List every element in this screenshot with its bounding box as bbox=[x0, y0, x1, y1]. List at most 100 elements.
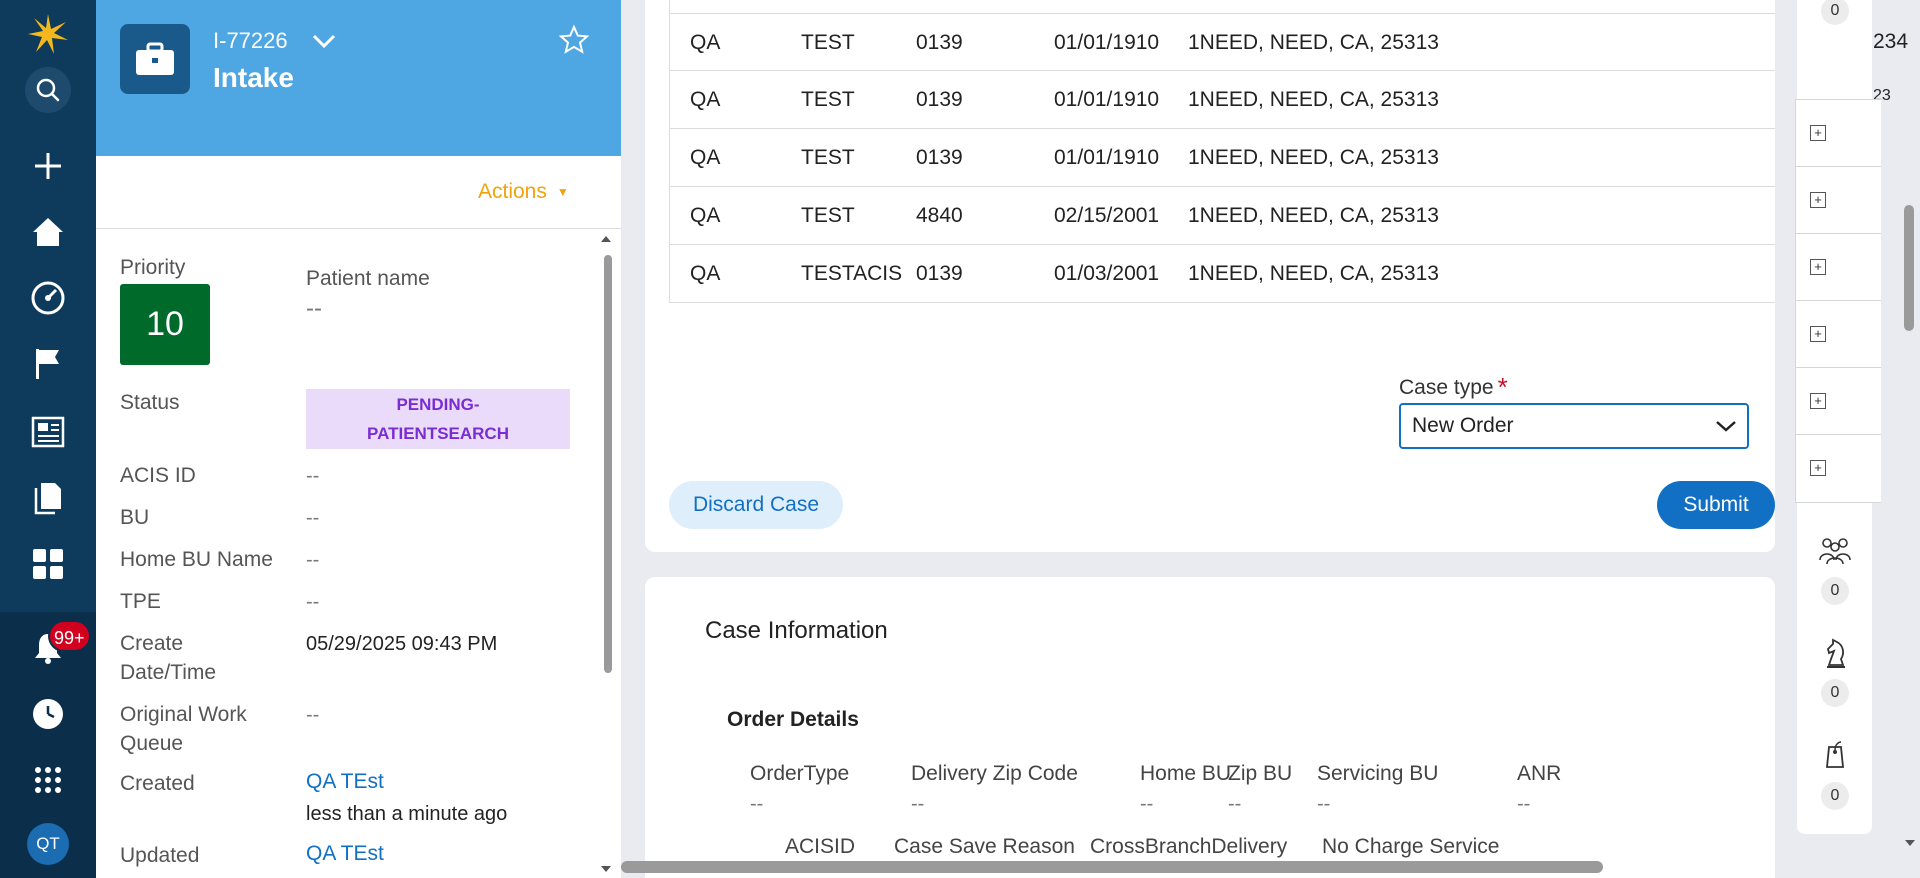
scroll-down-icon[interactable] bbox=[1903, 838, 1917, 848]
first-name-cell: QA bbox=[690, 88, 721, 111]
home-icon[interactable] bbox=[24, 208, 72, 256]
created-by-link[interactable]: QA TEst bbox=[306, 770, 384, 794]
team-icon[interactable] bbox=[1817, 534, 1853, 566]
status-line-2: PATIENTSEARCH bbox=[367, 424, 509, 443]
flag-icon[interactable] bbox=[24, 340, 72, 388]
expand-plus-icon[interactable]: + bbox=[1810, 326, 1826, 342]
rail-scrollbar[interactable] bbox=[1904, 205, 1914, 331]
case-save-reason-label: Case Save Reason bbox=[894, 835, 1075, 858]
ssn-cell: 0139 bbox=[916, 146, 963, 169]
patient-name-label: Patient name bbox=[306, 267, 430, 290]
first-name-cell: QA bbox=[690, 31, 721, 54]
create-datetime-label-line2: Date/Time bbox=[120, 661, 217, 684]
logo-icon[interactable] bbox=[24, 10, 72, 58]
case-information-title: Case Information bbox=[705, 617, 888, 644]
case-title: Intake bbox=[213, 62, 294, 93]
rail-count: 0 bbox=[1821, 782, 1849, 810]
bu-value: -- bbox=[306, 507, 320, 529]
rail-card: 0 234 23 + + + + + + 0 0 0 bbox=[1795, 0, 1908, 834]
last-name-cell: TEST bbox=[801, 146, 855, 169]
expand-plus-icon[interactable]: + bbox=[1810, 192, 1826, 208]
table-row[interactable]: QA TEST 0139 01/01/1910 1NEED, NEED, CA, 253… bbox=[670, 71, 1775, 129]
address-cell: 1NEED, NEED, CA, 25313 bbox=[1188, 146, 1439, 169]
expand-plus-icon[interactable]: + bbox=[1810, 460, 1826, 476]
no-charge-service-label: No Charge Service bbox=[1322, 835, 1500, 858]
ssn-cell: 4840 bbox=[916, 204, 963, 227]
history-icon[interactable] bbox=[24, 690, 72, 738]
horizontal-scrollbar[interactable] bbox=[621, 861, 1603, 873]
rail-clipped-text: 234 bbox=[1873, 30, 1909, 53]
star-icon[interactable] bbox=[558, 24, 590, 56]
dashboard-icon[interactable] bbox=[24, 274, 72, 322]
rail-row: + bbox=[1796, 100, 1881, 167]
dob-cell: 01/01/1910 bbox=[1054, 31, 1160, 54]
documents-icon[interactable] bbox=[24, 474, 72, 522]
order-details-title: Order Details bbox=[727, 708, 859, 731]
servicing-bu-value: -- bbox=[1317, 793, 1331, 815]
table-row[interactable]: QA TESTACIS 0139 01/03/2001 1NEED, NEED, CA,… bbox=[670, 245, 1775, 303]
case-information-card: Case Information Order Details OrderType… bbox=[645, 577, 1775, 878]
submit-button[interactable]: Submit bbox=[1657, 481, 1775, 529]
case-type-select[interactable]: New Order bbox=[1399, 403, 1749, 449]
right-rail: 0 234 23 + + + + + + 0 0 0 bbox=[1795, 0, 1920, 878]
scroll-down-icon[interactable] bbox=[599, 864, 613, 874]
news-icon[interactable] bbox=[24, 408, 72, 456]
rail-row: + bbox=[1796, 301, 1881, 368]
table-row[interactable]: QA TEST 0139 01/01/1910 1NEED, NEED, CA, 253… bbox=[670, 129, 1775, 187]
panel-scrollbar[interactable] bbox=[604, 255, 612, 673]
zip-bu-value: -- bbox=[1228, 793, 1242, 815]
scroll-up-icon[interactable] bbox=[599, 234, 613, 244]
discard-case-button[interactable]: Discard Case bbox=[669, 481, 843, 529]
last-name-cell: TEST bbox=[801, 31, 855, 54]
case-type-label-text: Case type bbox=[1399, 376, 1494, 399]
owq-label-line1: Original Work bbox=[120, 703, 247, 726]
chevron-down-icon bbox=[1716, 421, 1736, 432]
actions-menu[interactable]: Actions ▼ bbox=[478, 180, 569, 204]
search-icon[interactable] bbox=[24, 66, 72, 114]
tpe-value: -- bbox=[306, 591, 320, 613]
status-line-1: PENDING- bbox=[396, 395, 480, 414]
results-table: QA TEST 0139 01/01/1910 1NEED, NEED, CA, 253… bbox=[669, 0, 1775, 303]
case-header: I-77226 Intake bbox=[96, 0, 621, 156]
owq-label-line2: Queue bbox=[120, 732, 184, 755]
dob-cell: 01/01/1910 bbox=[1054, 88, 1160, 111]
expand-plus-icon[interactable]: + bbox=[1810, 393, 1826, 409]
expand-plus-icon[interactable]: + bbox=[1810, 259, 1826, 275]
rail-row: + bbox=[1796, 167, 1881, 234]
table-row[interactable]: QA TEST 0139 01/01/1910 1NEED, NEED, CA, 253… bbox=[670, 13, 1775, 71]
case-type-label: Case type * bbox=[1399, 372, 1508, 403]
apps-grid-icon[interactable] bbox=[24, 540, 72, 588]
case-type-value: New Order bbox=[1412, 414, 1514, 437]
acis-id-value: -- bbox=[306, 465, 320, 487]
rail-count: 0 bbox=[1821, 0, 1849, 25]
create-datetime-label-line1: Create bbox=[120, 632, 184, 655]
delivery-zip-value: -- bbox=[911, 793, 925, 815]
status-label: Status bbox=[120, 391, 180, 414]
caret-down-icon: ▼ bbox=[556, 185, 569, 200]
order-type-value: -- bbox=[750, 793, 764, 815]
chevron-down-icon[interactable] bbox=[310, 30, 338, 52]
chess-knight-icon[interactable] bbox=[1817, 637, 1853, 669]
last-name-cell: TESTACIS bbox=[801, 262, 903, 285]
updated-by-link[interactable]: QA TEst bbox=[306, 842, 384, 866]
updated-label: Updated bbox=[120, 844, 200, 867]
user-avatar[interactable]: QT bbox=[27, 823, 69, 865]
home-bu-value: -- bbox=[1140, 793, 1154, 815]
expand-plus-icon[interactable]: + bbox=[1810, 125, 1826, 141]
anr-value: -- bbox=[1517, 793, 1531, 815]
first-name-cell: QA bbox=[690, 262, 721, 285]
address-cell: 1NEED, NEED, CA, 25313 bbox=[1188, 262, 1439, 285]
left-nav: 99+ QT bbox=[0, 0, 96, 878]
acis-id-label: ACIS ID bbox=[120, 464, 196, 487]
plus-icon[interactable] bbox=[24, 142, 72, 190]
priority-value: 10 bbox=[120, 284, 210, 365]
home-bu-name-label: Home BU Name bbox=[120, 548, 273, 571]
table-row[interactable]: QA TEST 4840 02/15/2001 1NEED, NEED, CA, 253… bbox=[670, 187, 1775, 245]
create-datetime-label: Create Date/Time bbox=[120, 629, 216, 687]
ssn-cell: 0139 bbox=[916, 262, 963, 285]
more-apps-icon[interactable] bbox=[24, 756, 72, 804]
tag-icon[interactable] bbox=[1817, 739, 1853, 771]
notifications-badge: 99+ bbox=[48, 620, 91, 652]
delivery-zip-label: Delivery Zip Code bbox=[911, 762, 1078, 785]
address-cell: 1NEED, NEED, CA, 25313 bbox=[1188, 88, 1439, 111]
